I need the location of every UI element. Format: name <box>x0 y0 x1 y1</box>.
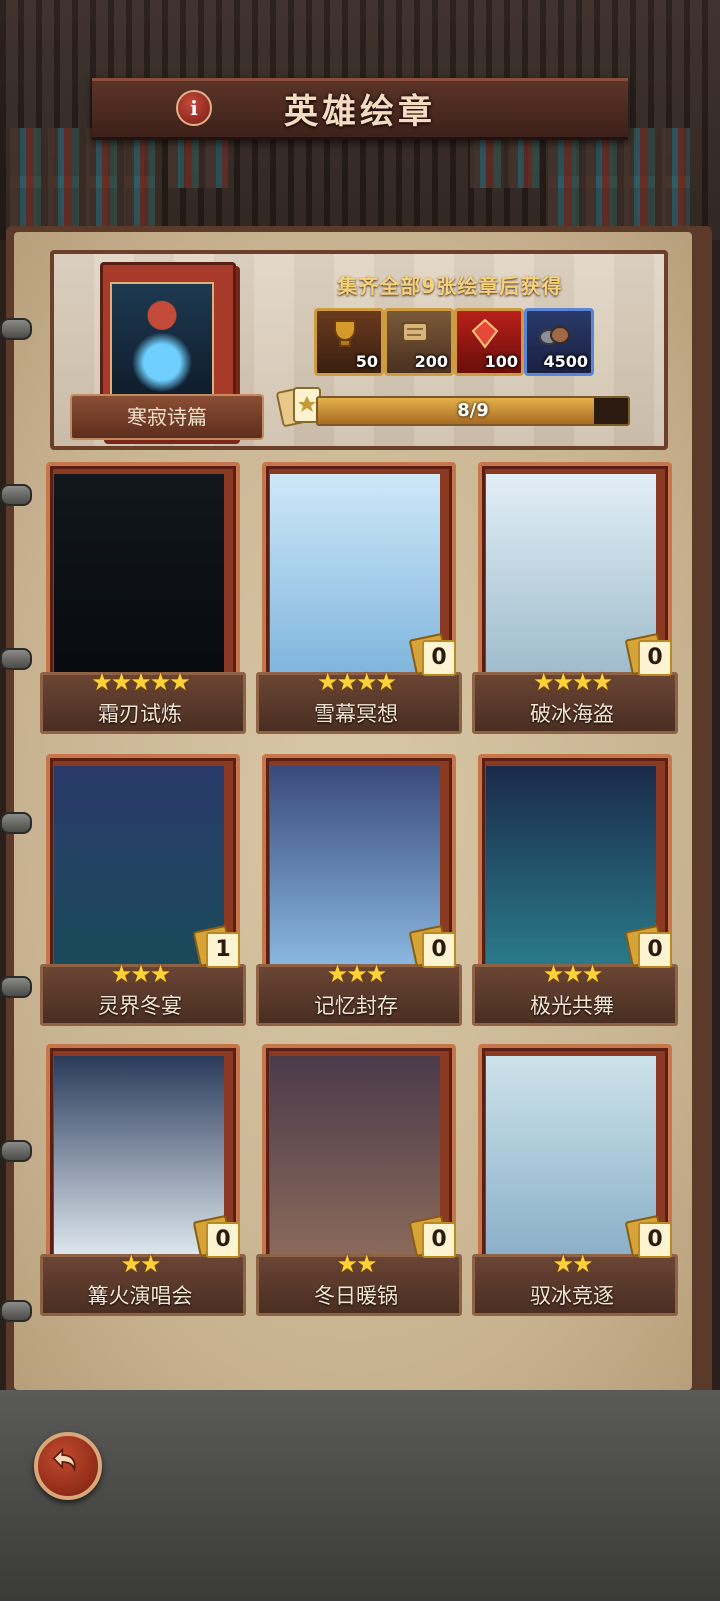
card-name: 驭冰竞逐 <box>530 1284 614 1308</box>
card-count-badge: 1 <box>192 924 242 970</box>
album-cover-art <box>110 282 214 398</box>
back-button[interactable] <box>34 1432 102 1500</box>
hero-card[interactable]: ★★★★ 雪幕冥想 0 <box>256 462 462 734</box>
card-count: 0 <box>638 1222 672 1258</box>
card-count: 0 <box>422 640 456 676</box>
page-title: 英雄绘章 <box>284 92 436 132</box>
card-count-badge: 0 <box>192 1214 242 1260</box>
hero-card[interactable]: ★★★ 记忆封存 0 <box>256 754 462 1026</box>
card-name: 雪幕冥想 <box>314 702 398 726</box>
card-count: 0 <box>638 640 672 676</box>
card-count-badge: 0 <box>624 924 674 970</box>
card-count: 0 <box>206 1222 240 1258</box>
reward-title: 集齐全部9张绘章后获得 <box>337 274 563 298</box>
card-artwork <box>54 474 224 674</box>
card-count: 0 <box>422 1222 456 1258</box>
scroll-icon <box>402 322 428 342</box>
card-count-badge: 0 <box>624 1214 674 1260</box>
card-count-badge: 0 <box>408 924 458 970</box>
red-gem-icon <box>471 318 499 349</box>
card-count: 0 <box>638 932 672 968</box>
collection-progress-bar: 8/9 <box>316 396 630 426</box>
reward-qty: 100 <box>484 352 518 371</box>
card-count-badge: 0 <box>624 632 674 678</box>
card-name: 篝火演唱会 <box>87 1284 193 1308</box>
card-name: 冬日暖锅 <box>314 1284 398 1308</box>
card-name: 极光共舞 <box>530 994 614 1018</box>
hero-card[interactable]: ★★ 冬日暖锅 0 <box>256 1044 462 1316</box>
ore-pile-icon <box>539 326 570 345</box>
binder-ring-icon <box>0 1300 32 1322</box>
card-name: 灵界冬宴 <box>98 994 182 1018</box>
hero-card[interactable]: ★★★★★ 霜刃试炼 <box>40 462 246 734</box>
progress-text: 8/9 <box>457 400 489 421</box>
binder-ring-icon <box>0 318 32 340</box>
binder-ring-icon <box>0 976 32 998</box>
binder-ring-icon <box>0 484 32 506</box>
binder-ring-icon <box>0 812 32 834</box>
card-count-badge: 0 <box>408 632 458 678</box>
binder-ring-icon <box>0 648 32 670</box>
card-count: 0 <box>422 932 456 968</box>
hero-card[interactable]: ★★ 篝火演唱会 0 <box>40 1044 246 1316</box>
card-count-badge: 0 <box>408 1214 458 1260</box>
card-name: 记忆封存 <box>314 994 398 1018</box>
album-name: 寒寂诗篇 <box>70 394 264 440</box>
gold-trophy-icon <box>334 320 356 347</box>
card-name: 破冰海盗 <box>530 702 614 726</box>
reward-item-scroll[interactable]: 200 <box>384 308 454 376</box>
hero-card[interactable]: ★★★ 极光共舞 0 <box>472 754 678 1026</box>
star-rating: ★★★★★ <box>91 668 191 696</box>
binder-ring-icon <box>0 1140 32 1162</box>
reward-item-trophy[interactable]: 50 <box>314 308 384 376</box>
card-name: 霜刃试炼 <box>98 702 182 726</box>
hero-card[interactable]: ★★ 驭冰竞逐 0 <box>472 1044 678 1316</box>
reward-qty: 200 <box>414 352 448 371</box>
reward-qty: 50 <box>355 352 378 371</box>
bottom-bar <box>0 1390 720 1601</box>
hero-card[interactable]: ★★★ 灵界冬宴 1 <box>40 754 246 1026</box>
reward-item-gem[interactable]: 100 <box>454 308 524 376</box>
reward-qty: 4500 <box>543 352 588 371</box>
hero-card[interactable]: ★★★★ 破冰海盗 0 <box>472 462 678 734</box>
return-arrow-icon <box>52 1447 76 1473</box>
card-count: 1 <box>206 932 240 968</box>
reward-item-ore[interactable]: 4500 <box>524 308 594 376</box>
